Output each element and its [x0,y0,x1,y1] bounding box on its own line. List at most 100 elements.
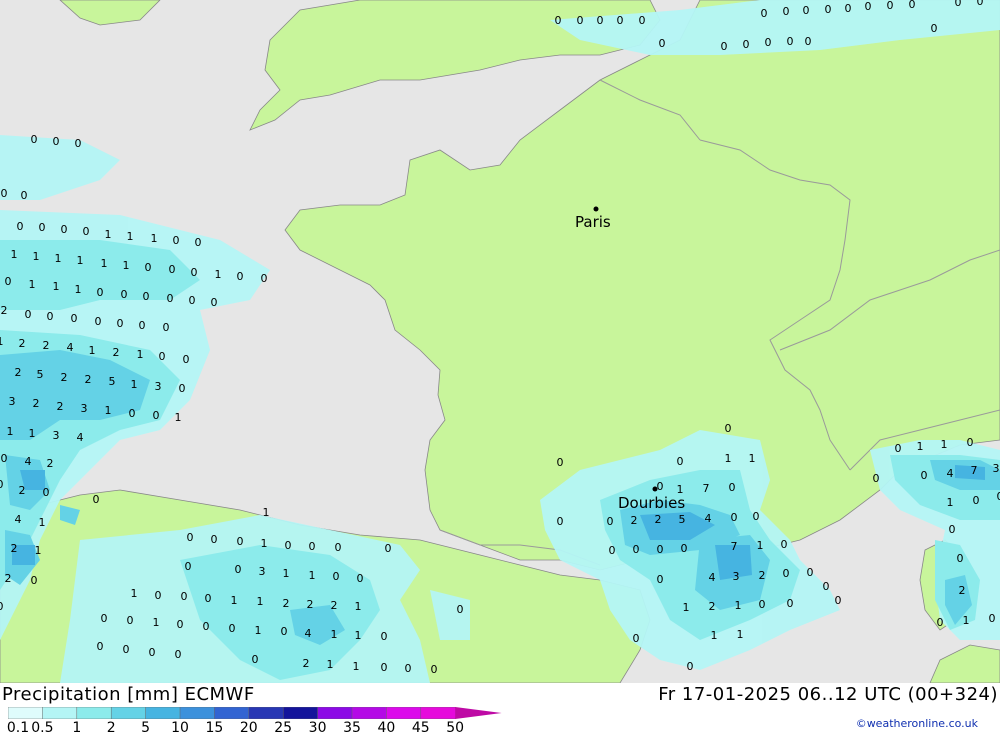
precip-value: 2 [959,584,966,597]
precip-value: 0 [31,133,38,146]
precip-value: 0 [31,574,38,587]
precip-value: 0 [921,469,928,482]
precip-value: 0 [97,286,104,299]
precip-value: 1 [123,259,130,272]
scale-tick-label: 45 [412,720,430,736]
precip-value: 0 [0,600,4,613]
scale-tick-label: 15 [205,720,223,736]
scale-segment [214,707,249,719]
precip-value: 1 [33,250,40,263]
scale-tick-label: 2 [107,720,116,736]
precip-value: 0 [725,422,732,435]
scale-segment [352,707,387,719]
precip-value: 0 [357,572,364,585]
precip-value: 1 [131,378,138,391]
precip-value: 0 [931,22,938,35]
precip-value: 7 [731,540,738,553]
precip-value: 0 [949,523,956,536]
precip-value: 0 [761,7,768,20]
precip-value: 0 [187,531,194,544]
precip-value: 2 [113,346,120,359]
precip-value: 1 [55,252,62,265]
precip-value: 0 [159,350,166,363]
scale-tick-label: 50 [446,720,464,736]
precip-value: 2 [47,457,54,470]
precip-value: 0 [765,36,772,49]
precip-value: 1 [263,506,270,519]
scale-segment [111,707,146,719]
precip-value: 1 [11,248,18,261]
precip-value: 0 [333,570,340,583]
precip-value: 3 [81,402,88,415]
precip-value: 0 [753,510,760,523]
run-info: Fr 17-01-2025 06..12 UTC (00+324) [658,684,998,705]
precip-value: 2 [57,400,64,413]
precip-value: 0 [955,0,962,9]
precip-value: 1 [53,280,60,293]
precip-value: 1 [29,278,36,291]
precip-value: 0 [783,5,790,18]
precip-value: 0 [967,436,974,449]
precip-value: 2 [5,572,12,585]
precip-value: 1 [137,348,144,361]
precip-value: 0 [823,580,830,593]
precip-value: 3 [733,570,740,583]
precip-value: 0 [681,542,688,555]
precip-value: 0 [657,573,664,586]
precip-value: 1 [327,658,334,671]
precip-value: 1 [29,427,36,440]
precip-value: 4 [705,512,712,525]
precip-value: 1 [711,629,718,642]
precip-value: 0 [129,407,136,420]
precip-value: 2 [19,337,26,350]
precip-value: 2 [759,569,766,582]
precip-value: 2 [709,600,716,613]
precip-value: 1 [737,628,744,641]
precip-value: 1 [917,440,924,453]
precip-value: 1 [105,228,112,241]
precip-value: 0 [183,353,190,366]
precip-value: 0 [555,14,562,27]
precip-value: 0 [909,0,916,11]
precip-value: 0 [281,625,288,638]
precip-value: 1 [35,544,42,557]
precip-value: 3 [9,395,16,408]
precip-value: 0 [149,646,156,659]
precip-value: 0 [405,662,412,675]
precip-value: 1 [0,335,4,348]
precip-value: 1 [105,404,112,417]
precip-value: 0 [825,3,832,16]
precip-value: 0 [145,261,152,274]
precip-value: 0 [0,478,4,491]
precip-value: 3 [993,462,1000,475]
precip-value: 4 [25,455,32,468]
scale-tick-label: 30 [309,720,327,736]
scale-tick-label: 25 [274,720,292,736]
precip-value: 0 [609,544,616,557]
precip-value: 4 [67,341,74,354]
precip-value: 4 [305,627,312,640]
precip-value: 0 [597,14,604,27]
precip-value: 0 [25,308,32,321]
precip-value: 0 [803,4,810,17]
precip-value: 0 [61,223,68,236]
precip-value: 1 [101,257,108,270]
precip-value: 1 [355,629,362,642]
precip-value: 1 [89,344,96,357]
precip-value: 0 [783,567,790,580]
precip-value: 1 [255,624,262,637]
scale-segment [42,707,77,719]
precip-value: 1 [735,599,742,612]
precip-value: 5 [109,375,116,388]
scale-segment [421,707,456,719]
precip-value: 1 [683,601,690,614]
precip-value: 1 [353,660,360,673]
scale-segment [318,707,353,719]
precip-value: 0 [607,515,614,528]
precip-value: 0 [153,409,160,422]
legend-footer: Precipitation [mm] ECMWF Fr 17-01-2025 0… [0,683,1000,733]
precip-value: 0 [659,37,666,50]
precip-value: 1 [151,232,158,245]
scale-tick-label: 0.1 [7,720,29,736]
precip-value: 0 [167,292,174,305]
